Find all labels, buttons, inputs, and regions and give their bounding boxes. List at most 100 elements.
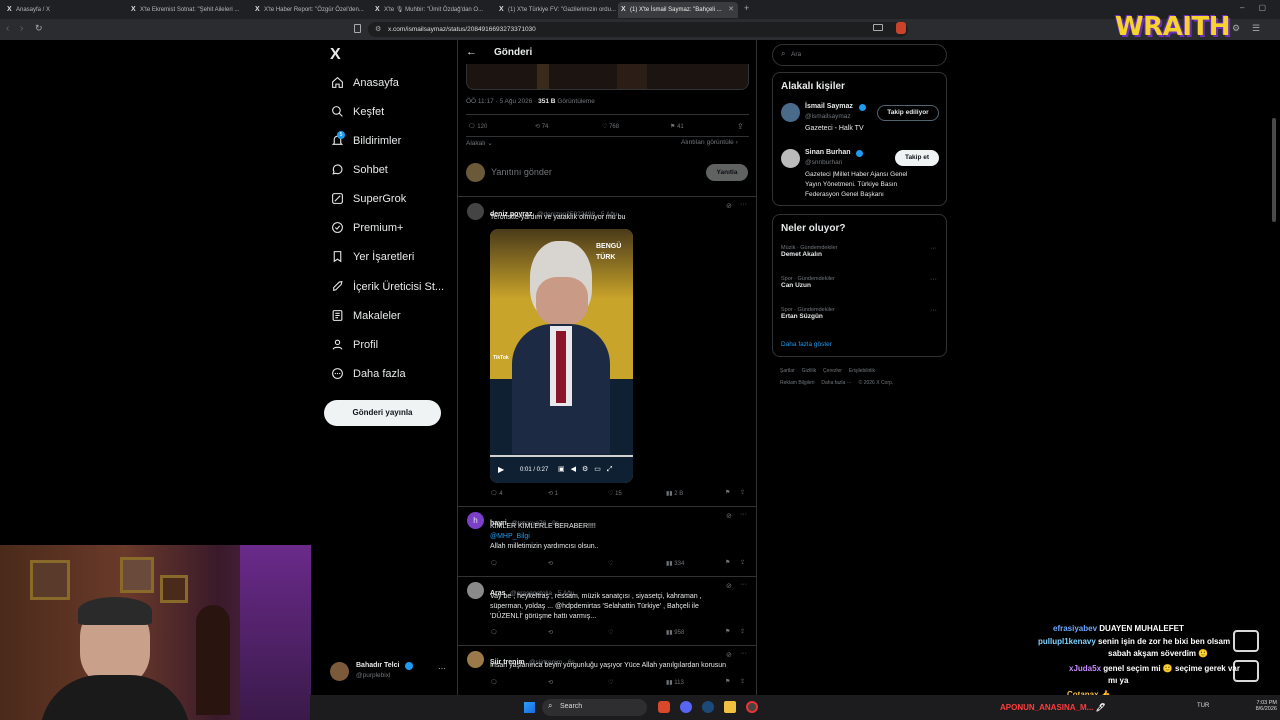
share-icon[interactable]: ⇪ — [740, 559, 745, 566]
person-name[interactable]: İsmail Saymaz — [805, 103, 853, 110]
reply-input[interactable]: Yanıtını gönder — [491, 167, 552, 177]
new-tab-button[interactable]: + — [744, 3, 749, 13]
avatar[interactable] — [781, 149, 800, 168]
more-options-icon[interactable]: ··· — [740, 650, 747, 657]
heart-icon[interactable]: ♡ — [608, 679, 613, 686]
clock[interactable]: 7:03 PM 8/6/2026 — [1245, 700, 1277, 712]
reply-stat[interactable]: 🗨 4 — [490, 490, 503, 497]
trend-item[interactable]: Spor · Gündemdekiler Can Uzun — [781, 276, 835, 289]
grok-analyze-icon[interactable]: ⊘ — [726, 582, 732, 590]
video-controls-icons[interactable]: ▣◀⚙▭⤢ — [558, 465, 619, 474]
avatar[interactable] — [467, 651, 484, 668]
avatar[interactable] — [467, 203, 484, 220]
window-controls[interactable]: –▢ — [1240, 3, 1280, 12]
address-bar[interactable]: ⚙ x.com/ismailsaymaz/status/208491669327… — [368, 22, 908, 37]
back-arrow-icon[interactable]: ← — [466, 46, 477, 58]
more-options-icon[interactable]: ··· — [740, 201, 747, 208]
heart-icon[interactable]: ♡ — [608, 560, 613, 567]
sidebar-item-home[interactable]: Anasayfa — [330, 73, 399, 93]
bookmark-icon[interactable]: ⚑ — [725, 628, 730, 635]
browser-tab[interactable]: X X'te 🎙 Muhbir: "Ümit Özdağ'dan O... — [372, 2, 492, 18]
repost-icon[interactable]: ⟲ — [548, 679, 553, 686]
account-more-icon[interactable]: ··· — [438, 664, 446, 673]
reply-stat[interactable]: 🗨 120 — [468, 123, 487, 130]
more-options-icon[interactable]: ··· — [930, 276, 937, 283]
repost-stat[interactable]: ⟲ 74 — [535, 123, 548, 130]
person-name[interactable]: Sinan Burhan — [805, 149, 851, 156]
views-stat[interactable]: ▮▮ 958 — [666, 629, 684, 636]
sidebar-item-more[interactable]: Daha fazla — [330, 364, 406, 384]
play-icon[interactable]: ▶ — [498, 465, 504, 474]
sidebar-item-bookmarks[interactable]: Yer İşaretleri — [330, 247, 414, 267]
taskbar-search[interactable]: ⌕ Search — [542, 699, 647, 716]
share-icon[interactable]: ⇪ — [740, 678, 745, 685]
avatar[interactable] — [467, 582, 484, 599]
sidebar-item-profile[interactable]: Profil — [330, 335, 378, 355]
heart-icon[interactable]: ♡ — [608, 629, 613, 636]
menu-icon[interactable]: ☰ — [1252, 23, 1260, 34]
bookmark-stat[interactable]: ⚑ 41 — [670, 123, 684, 130]
bookmark-icon[interactable]: ⚑ — [725, 559, 730, 566]
show-more-link[interactable]: Daha fazla göster — [781, 341, 832, 348]
grok-analyze-icon[interactable]: ⊘ — [726, 512, 732, 520]
share-icon[interactable]: ⇪ — [737, 122, 744, 131]
repost-icon[interactable]: ⟲ — [548, 560, 553, 567]
view-quotes-link[interactable]: Alıntıları görüntüle › — [681, 139, 738, 146]
sort-dropdown[interactable]: Alakalı ⌄ — [466, 139, 493, 147]
more-options-icon[interactable]: ··· — [740, 581, 747, 588]
sidebar-item-notifications[interactable]: 5 Bildirimler — [330, 131, 401, 151]
reply-button[interactable]: Yanıtla — [706, 164, 748, 181]
views-stat[interactable]: ▮▮ 2 B — [666, 490, 683, 497]
repost-icon[interactable]: ⟲ — [548, 629, 553, 636]
site-info-icon[interactable]: ⚙ — [375, 22, 381, 37]
more-options-icon[interactable]: ··· — [930, 307, 937, 314]
close-tab-icon[interactable]: ✕ — [728, 2, 734, 18]
x-logo[interactable]: X — [330, 46, 341, 64]
sidebar-item-chat[interactable]: Sohbet — [330, 160, 388, 180]
browser-tab[interactable]: X X'te Ekremist Sotnat: "Şehit Aileleri .… — [128, 2, 248, 18]
sidebar-item-creator-studio[interactable]: İçerik Üreticisi St... — [330, 277, 444, 297]
more-options-icon[interactable]: ··· — [930, 245, 937, 252]
trend-item[interactable]: Müzik · Gündemdekiler Demet Akalın — [781, 245, 838, 258]
following-button[interactable]: Takip ediliyor — [877, 105, 939, 121]
bookmark-page-icon[interactable] — [354, 24, 361, 33]
avatar[interactable]: h — [467, 512, 484, 529]
windows-start-icon[interactable] — [524, 702, 535, 713]
video-progress-track[interactable] — [490, 455, 633, 457]
discord-taskbar-icon[interactable] — [680, 701, 692, 713]
brave-shield-icon[interactable] — [896, 22, 906, 34]
browser-tab[interactable]: X (1) X'te Türkiye FV: "Gazilerimizin ord… — [496, 2, 616, 18]
reply-icon[interactable]: 🗨 — [490, 560, 498, 567]
repost-stat[interactable]: ⟲ 1 — [548, 490, 558, 497]
browser-tab[interactable]: X X'te Haber Report: "Özgür Özel'den... — [252, 2, 372, 18]
sidebar-item-premium[interactable]: Premium+ — [330, 218, 403, 238]
bookmark-icon[interactable]: ⚑ — [725, 678, 730, 685]
language-indicator[interactable]: TUR — [1197, 703, 1209, 709]
reply-icon[interactable]: 🗨 — [490, 629, 498, 636]
obs-taskbar-icon[interactable] — [746, 701, 758, 713]
share-icon[interactable]: ⇪ — [740, 628, 745, 635]
trend-item[interactable]: Spor · Gündemdekiler Ertan Süzgün — [781, 307, 835, 320]
mention-link[interactable]: @MHP_Bilgi — [490, 532, 530, 542]
views-stat[interactable]: ▮▮ 334 — [666, 560, 684, 567]
account-switcher[interactable]: Bahadır Telci @purplebixl ··· — [328, 660, 453, 684]
brave-taskbar-icon[interactable] — [658, 701, 670, 713]
browser-tab[interactable]: X Anasayfa / X — [4, 2, 124, 18]
like-stat[interactable]: ♡ 768 — [602, 123, 619, 130]
steam-taskbar-icon[interactable] — [702, 701, 714, 713]
bookmark-icon[interactable]: ⚑ — [725, 489, 730, 496]
follow-button[interactable]: Takip et — [895, 150, 939, 166]
browser-tab-active[interactable]: X (1) X'te İsmail Saymaz: "Bahçeli ... ✕ — [618, 2, 738, 18]
avatar[interactable] — [781, 103, 800, 122]
footer-links[interactable]: Reklam Bilgileri Daha fazla ··· © 2026 X… — [780, 380, 893, 386]
reload-icon[interactable]: ↻ — [35, 23, 43, 34]
like-stat[interactable]: ♡ 15 — [608, 490, 622, 497]
back-icon[interactable]: ‹ — [6, 23, 9, 34]
post-button[interactable]: Gönderi yayınla — [324, 400, 441, 426]
reply-icon[interactable]: 🗨 — [490, 679, 498, 686]
share-icon[interactable]: ⇪ — [740, 489, 745, 496]
more-options-icon[interactable]: ··· — [740, 511, 747, 518]
folder-taskbar-icon[interactable] — [724, 701, 736, 713]
post-media-bottom[interactable] — [466, 64, 749, 90]
sidebar-item-supergrok[interactable]: SuperGrok — [330, 189, 406, 209]
